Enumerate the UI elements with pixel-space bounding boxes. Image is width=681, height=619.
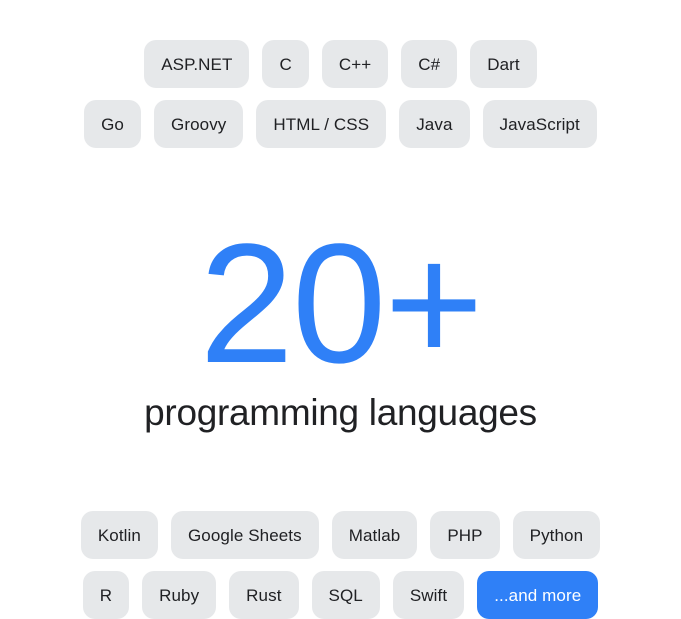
languages-row-4: R Ruby Rust SQL Swift ...and more xyxy=(0,571,681,619)
top-chip-group: ASP.NET C C++ C# Dart Go Groovy HTML / CSS Java… xyxy=(0,40,681,148)
languages-row-2: Go Groovy HTML / CSS Java JavaScript xyxy=(0,100,681,148)
language-chip-r[interactable]: R xyxy=(82,571,130,619)
hero-subtitle: programming languages xyxy=(144,391,537,433)
language-chip-rust[interactable]: Rust xyxy=(229,571,299,619)
language-count: 20+ xyxy=(199,209,483,400)
language-chip-kotlin[interactable]: Kotlin xyxy=(80,511,158,559)
language-chip-dart[interactable]: Dart xyxy=(470,40,537,88)
language-chip-ruby[interactable]: Ruby xyxy=(142,571,217,619)
languages-row-1: ASP.NET C C++ C# Dart xyxy=(0,40,681,88)
languages-row-3: Kotlin Google Sheets Matlab PHP Python xyxy=(0,511,681,559)
bottom-chip-group: Kotlin Google Sheets Matlab PHP Python R Ruby… xyxy=(0,511,681,619)
language-chip-matlab[interactable]: Matlab xyxy=(331,511,418,559)
language-chip-c[interactable]: C++ xyxy=(321,40,389,88)
language-chip-c[interactable]: C# xyxy=(401,40,458,88)
language-chip-html-css[interactable]: HTML / CSS xyxy=(256,100,387,148)
language-chip-javascript[interactable]: JavaScript xyxy=(482,100,597,148)
hero-center: 20+ programming languages xyxy=(0,148,681,511)
language-chip-and-more-and-more[interactable]: ...and more xyxy=(477,571,599,619)
language-chip-google-sheets[interactable]: Google Sheets xyxy=(170,511,319,559)
programming-languages-hero: ASP.NET C C++ C# Dart Go Groovy HTML / CSS Java… xyxy=(0,0,681,619)
language-chip-java[interactable]: Java xyxy=(399,100,470,148)
language-chip-php[interactable]: PHP xyxy=(430,511,500,559)
language-chip-go[interactable]: Go xyxy=(84,100,141,148)
language-chip-sql[interactable]: SQL xyxy=(311,571,380,619)
language-chip-python[interactable]: Python xyxy=(512,511,601,559)
language-chip-swift[interactable]: Swift xyxy=(392,571,465,619)
language-chip-groovy[interactable]: Groovy xyxy=(154,100,244,148)
language-chip-c[interactable]: C xyxy=(262,40,309,88)
language-chip-asp-net[interactable]: ASP.NET xyxy=(144,40,250,88)
